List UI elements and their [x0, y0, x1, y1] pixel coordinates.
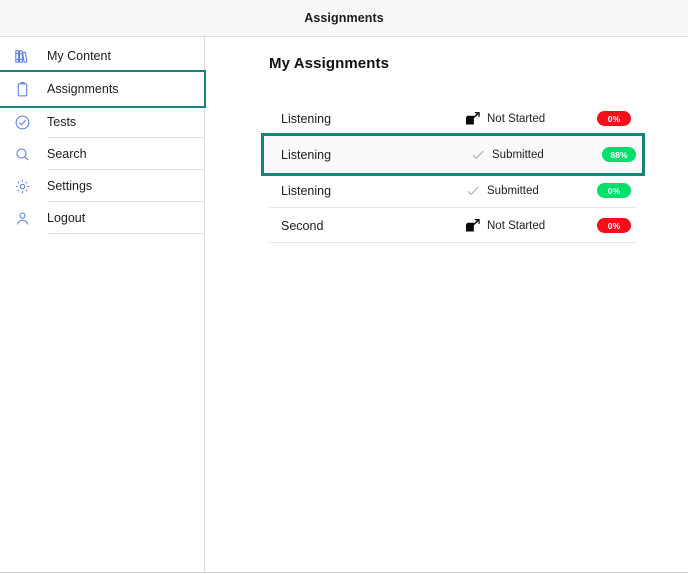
launch-icon: [465, 111, 480, 126]
assignment-row[interactable]: Second Not Started 0%: [269, 208, 637, 243]
assignment-score-badge: 0%: [597, 111, 631, 126]
app-window: Assignments My Content Assignments Tests…: [0, 0, 688, 574]
assignment-status: Submitted: [470, 148, 602, 162]
page-title: My Assignments: [269, 55, 390, 72]
sidebar-item-logout[interactable]: Logout: [0, 202, 204, 234]
window-title: Assignments: [304, 11, 384, 25]
gear-icon: [8, 178, 36, 195]
assignment-status: Submitted: [465, 184, 597, 198]
assignment-row[interactable]: Listening Not Started 0%: [269, 101, 637, 136]
body-split: My Content Assignments Tests Search Sett…: [0, 37, 688, 573]
assignment-row-wrapper: Listening Not Started 0%: [269, 101, 637, 136]
sidebar-item-label: Search: [47, 147, 87, 161]
assignment-name: Listening: [281, 147, 332, 162]
user-icon: [8, 210, 36, 227]
assignment-row-wrapper: Listening Submitted 0%: [269, 173, 637, 208]
sidebar-row-search: Search: [0, 138, 204, 170]
sidebar-item-search[interactable]: Search: [0, 138, 204, 170]
assignment-status-label: Submitted: [492, 148, 544, 161]
sidebar-row-tests: Tests: [0, 106, 204, 138]
assignment-row-wrapper: Listening Submitted 88%: [261, 133, 645, 176]
sidebar-row-my-content: My Content: [0, 40, 204, 72]
sidebar-item-label: My Content: [47, 49, 111, 63]
assignment-status: Not Started: [465, 218, 597, 233]
assignments-list: Listening Not Started 0% Listening Submitt…: [261, 101, 645, 243]
assignment-status: Not Started: [465, 111, 597, 126]
sidebar: My Content Assignments Tests Search Sett…: [0, 37, 206, 573]
search-icon: [8, 146, 36, 163]
assignment-row-divider: [269, 242, 637, 243]
sidebar-row-logout: Logout: [0, 202, 204, 234]
main-content: My Assignments Listening Not Started 0% Li…: [205, 37, 688, 573]
window-titlebar: Assignments: [0, 0, 688, 37]
sidebar-item-label: Settings: [47, 179, 93, 193]
clipboard-icon: [8, 81, 36, 98]
assignment-row[interactable]: Listening Submitted 0%: [269, 173, 637, 208]
assignment-status-label: Not Started: [487, 219, 546, 232]
books-icon: [8, 48, 36, 65]
assignment-name: Listening: [281, 183, 332, 198]
sidebar-item-tests[interactable]: Tests: [0, 106, 204, 138]
sidebar-item-my-content[interactable]: My Content: [0, 40, 204, 72]
check-circle-icon: [8, 114, 36, 131]
assignment-name: Second: [281, 218, 324, 233]
sidebar-item-assignments[interactable]: Assignments: [0, 72, 204, 106]
assignment-status-label: Submitted: [487, 184, 539, 197]
sidebar-row-settings: Settings: [0, 170, 204, 202]
sidebar-item-label: Tests: [47, 115, 77, 129]
sidebar-row-assignments: Assignments: [0, 70, 206, 108]
launch-icon: [465, 218, 480, 233]
assignment-row[interactable]: Listening Submitted 88%: [264, 136, 642, 173]
assignment-score-badge: 88%: [602, 147, 636, 162]
sidebar-item-settings[interactable]: Settings: [0, 170, 204, 202]
check-icon: [470, 148, 485, 162]
assignment-score-badge: 0%: [597, 183, 631, 198]
sidebar-item-label: Assignments: [47, 82, 119, 96]
assignment-status-label: Not Started: [487, 112, 546, 125]
check-icon: [465, 184, 480, 198]
sidebar-divider: [47, 233, 204, 234]
assignment-row-wrapper: Second Not Started 0%: [269, 208, 637, 243]
sidebar-item-label: Logout: [47, 211, 86, 225]
assignment-score-badge: 0%: [597, 218, 631, 233]
assignment-name: Listening: [281, 111, 332, 126]
